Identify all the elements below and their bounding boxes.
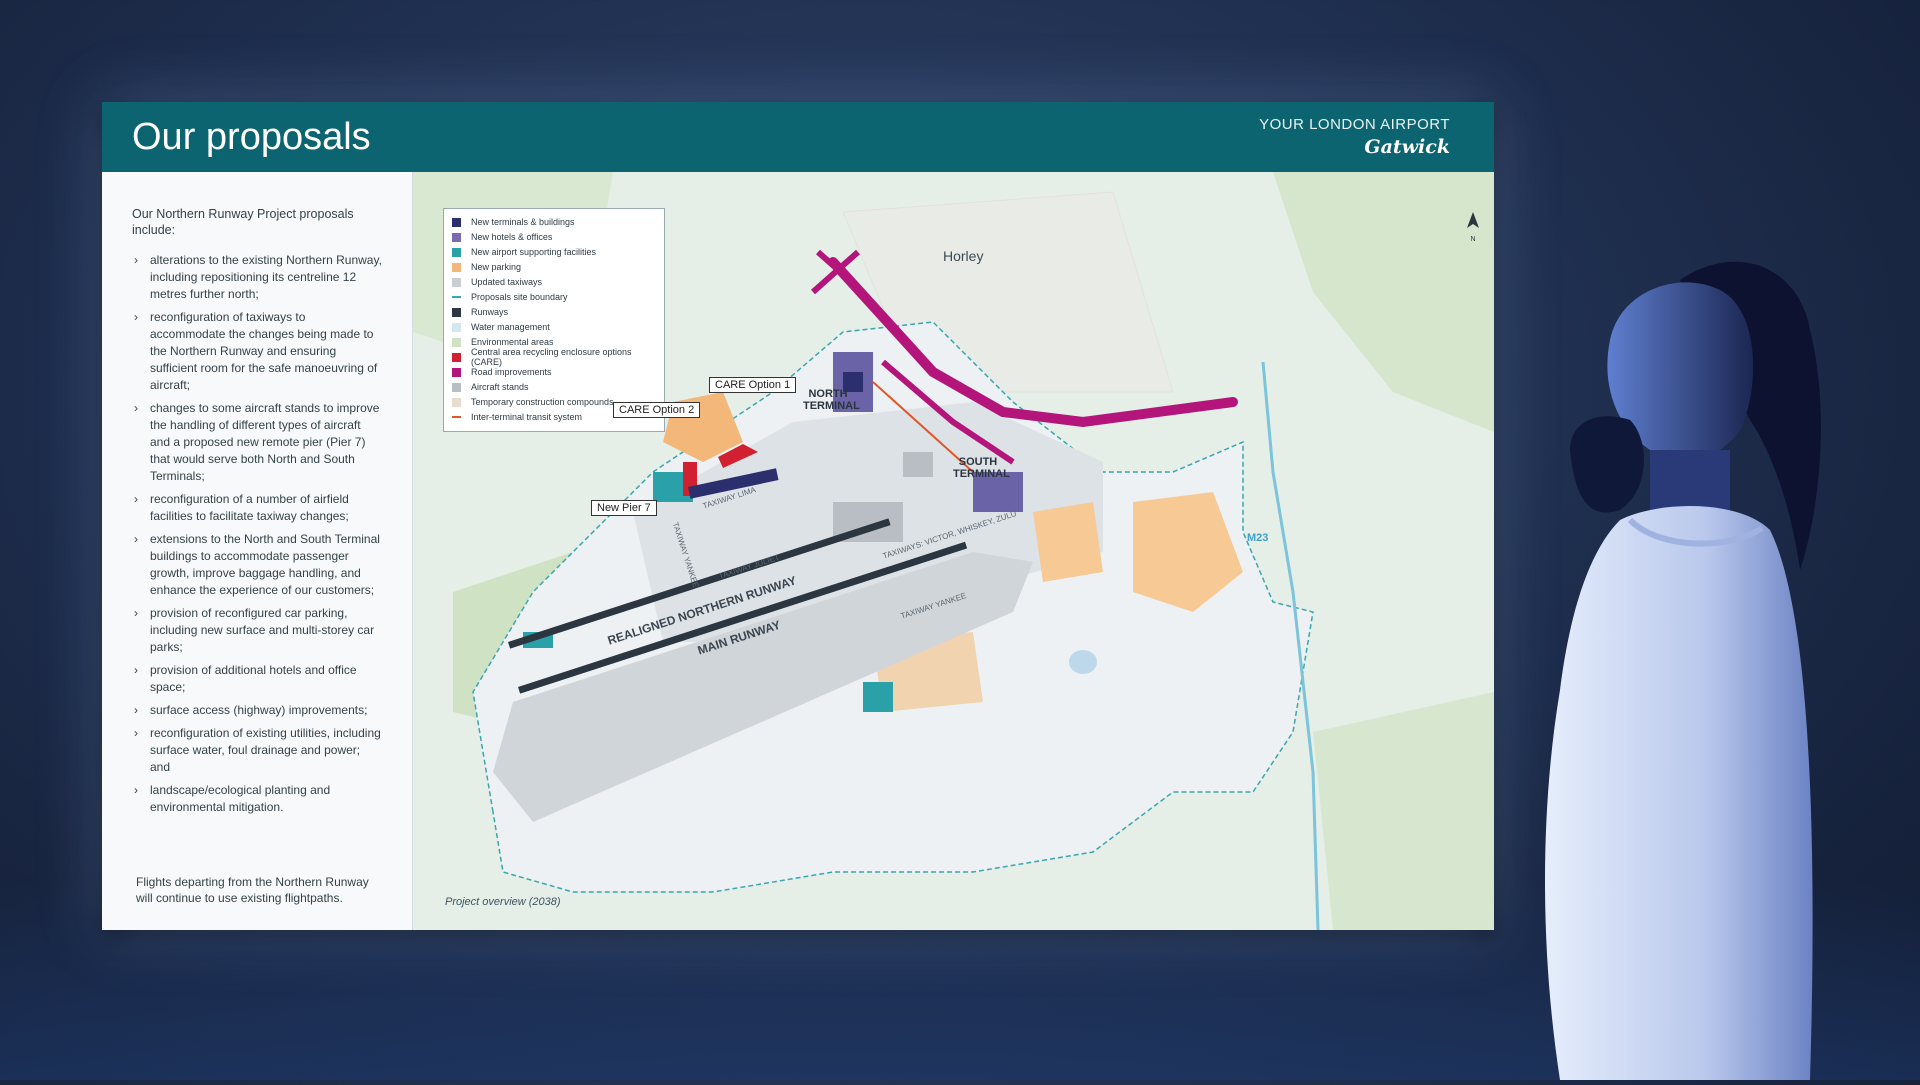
list-item: › extensions to the North and South Termi…: [134, 532, 380, 597]
chevron-right-icon: ›: [134, 532, 138, 546]
legend-item: Updated taxiways: [452, 275, 542, 289]
chevron-right-icon: ›: [134, 401, 138, 415]
green-area: [1313, 692, 1494, 930]
care-option-1-callout: CARE Option 1: [709, 377, 797, 393]
legend-swatch: [452, 262, 461, 272]
legend-item: New terminals & buildings: [452, 215, 575, 229]
legend-swatch: [452, 307, 461, 317]
chevron-right-icon: ›: [134, 253, 138, 267]
chevron-right-icon: ›: [134, 310, 138, 324]
legend-item: Inter-terminal transit system: [452, 410, 582, 424]
board-title: Our proposals: [132, 116, 371, 158]
legend-swatch: [452, 296, 461, 298]
proposal-board: Our proposals YOUR LONDON AIRPORT Gatwic…: [102, 102, 1494, 930]
legend-swatch: [452, 367, 461, 377]
legend-item: Water management: [452, 320, 550, 334]
legend-swatch: [452, 247, 461, 257]
list-item: › reconfiguration of taxiways to accommod…: [134, 310, 378, 392]
list-item: › surface access (highway) improvements;: [134, 703, 368, 717]
board-header: Our proposals YOUR LONDON AIRPORT Gatwic…: [102, 102, 1494, 172]
north-label: N: [1470, 236, 1476, 243]
south-terminal-label: SOUTH TERMINAL: [953, 456, 1010, 480]
care-option-2-callout: CARE Option 2: [613, 402, 701, 418]
chevron-right-icon: ›: [134, 663, 138, 677]
map-caption: Project overview (2038): [445, 896, 561, 908]
north-arrow-graphic: [1467, 212, 1479, 228]
north-arrow-icon: N: [1463, 210, 1483, 243]
list-item: › provision of reconfigured car parking, …: [134, 606, 375, 654]
list-item: › landscape/ecological planting and envir…: [134, 783, 331, 814]
facility-block: [863, 682, 893, 712]
legend-swatch: [452, 322, 461, 332]
proposal-list: › alterations to the existing Northern Ru…: [132, 252, 382, 822]
person-silhouette: [1500, 250, 1920, 1080]
list-item: › alterations to the existing Northern Ru…: [134, 253, 382, 301]
chevron-right-icon: ›: [134, 606, 138, 620]
legend-swatch: [452, 382, 461, 392]
chevron-right-icon: ›: [134, 726, 138, 740]
legend-swatch: [452, 352, 461, 362]
hangar-block: [903, 452, 933, 477]
legend-swatch: [452, 397, 461, 407]
list-item: › reconfiguration of existing utilities, …: [134, 726, 381, 774]
legend-item: New airport supporting facilities: [452, 245, 596, 259]
legend-item: New hotels & offices: [452, 230, 552, 244]
legend-item: Temporary construction compounds: [452, 395, 614, 409]
m23-label: M23: [1247, 532, 1269, 544]
legend-item: Road improvements: [452, 365, 552, 379]
list-item: › changes to some aircraft stands to impr…: [134, 401, 380, 483]
legend-item: Runways: [452, 305, 508, 319]
chevron-right-icon: ›: [134, 783, 138, 797]
gatwick-logo: Gatwick: [1364, 136, 1450, 158]
intro-text: Our Northern Runway Project proposals in…: [132, 207, 354, 237]
airport-map: New terminals & buildings New hotels & o…: [413, 172, 1494, 930]
list-item: › reconfiguration of a number of airfield…: [134, 492, 349, 523]
legend-item: New parking: [452, 260, 521, 274]
north-terminal-label: NORTH TERMINAL: [803, 388, 860, 412]
chevron-right-icon: ›: [134, 492, 138, 506]
footnote: Flights departing from the Northern Runw…: [136, 875, 369, 905]
legend-swatch: [452, 337, 461, 347]
map-legend: New terminals & buildings New hotels & o…: [443, 208, 665, 432]
town-label-horley: Horley: [943, 248, 984, 264]
legend-swatch: [452, 217, 461, 227]
parking-area: [1033, 502, 1103, 582]
person-graphic: [1545, 261, 1821, 1080]
legend-item: Aircraft stands: [452, 380, 529, 394]
legend-swatch: [452, 277, 461, 287]
legend-swatch: [452, 416, 461, 418]
legend-item: Central area recycling enclosure options…: [452, 347, 664, 367]
water-body: [1069, 650, 1097, 674]
list-item: › provision of additional hotels and offi…: [134, 663, 357, 694]
legend-item: Proposals site boundary: [452, 290, 568, 304]
text-panel: Our Northern Runway Project proposals in…: [102, 172, 413, 930]
pier-7-callout: New Pier 7: [591, 500, 657, 516]
legend-swatch: [452, 232, 461, 242]
chevron-right-icon: ›: [134, 703, 138, 717]
brand-tagline: YOUR LONDON AIRPORT: [1259, 116, 1450, 133]
